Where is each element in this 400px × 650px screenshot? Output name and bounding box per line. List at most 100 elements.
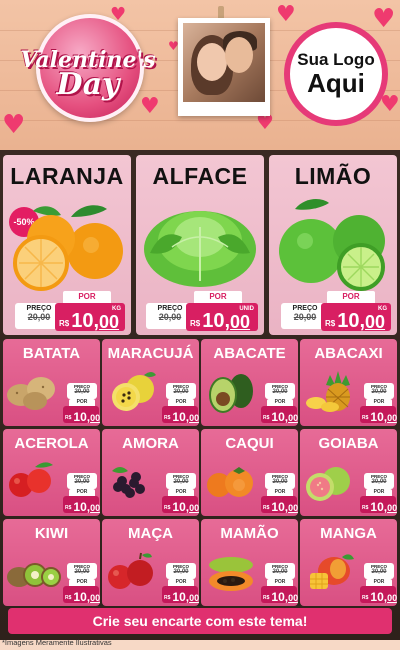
logo-line1: Sua Logo — [297, 50, 375, 69]
product-name: LARANJA — [10, 163, 124, 189]
pineapple-icon — [306, 371, 350, 412]
price-tag: R$ 10, 00 — [360, 406, 397, 423]
old-price-box: PREÇO 20,00 — [67, 563, 97, 579]
product-card-manga[interactable]: MANGA PREÇO 20,00 POR R$ 10, 00 — [300, 519, 397, 606]
potato-icon — [7, 377, 55, 410]
product-card-maça[interactable]: MAÇA PREÇO 20,00 POR R$ 10, 00 — [102, 519, 199, 606]
product-name: KIWI — [34, 525, 69, 542]
price-int: 10, — [337, 310, 366, 332]
por-label: POR — [366, 489, 392, 496]
por-label: POR — [327, 291, 375, 303]
price-dec: 00 — [387, 413, 397, 423]
currency: R$ — [190, 319, 201, 328]
lime-icon — [279, 199, 385, 291]
product-name: ACEROLA — [14, 435, 89, 452]
heart-icon: ♥ — [276, 2, 296, 27]
old-price: 20,00 — [272, 389, 288, 395]
valentines-day-badge: Valentine's Day — [8, 12, 168, 132]
cta-banner[interactable]: Crie seu encarte com este tema! — [8, 608, 392, 634]
product-card-acerola[interactable]: ACEROLA PREÇO 20,00 POR R$ 10, 00 — [3, 429, 100, 516]
product-name: MAMÃO — [220, 525, 279, 542]
por-label: POR — [366, 579, 392, 586]
price-tag: R$ 10, 00 — [63, 406, 100, 423]
price-unit: KG — [378, 306, 387, 312]
por-label: POR — [267, 489, 293, 496]
old-price: 20,00 — [74, 479, 90, 485]
price-dec: 00 — [387, 503, 397, 513]
price-dec: 00 — [189, 593, 199, 603]
price-tag: R$ 10, 00 — [162, 496, 199, 513]
old-price-box: PREÇO 20,00 — [265, 563, 295, 579]
old-price: 20,00 — [173, 389, 189, 395]
passion-fruit-icon — [112, 372, 156, 411]
price-dec: 00 — [365, 312, 386, 332]
blackberry-icon — [112, 467, 145, 498]
product-card-kiwi[interactable]: KIWI PREÇO 20,00 POR R$ 10, 00 — [3, 519, 100, 606]
logo-placeholder[interactable]: Sua Logo Aqui — [284, 22, 388, 126]
product-card-alface[interactable]: ALFACE PREÇO 20,00 POR R$ 10, 00 UNID — [136, 155, 264, 335]
heart-icon: ♥ — [380, 92, 400, 117]
couple-photo — [178, 18, 270, 116]
por-label: POR — [267, 579, 293, 586]
product-name: ALFACE — [152, 163, 248, 189]
price-int: 10, — [172, 590, 190, 604]
price-int: 10, — [370, 500, 388, 514]
product-card-mamão[interactable]: MAMÃO PREÇO 20,00 POR R$ 10, 00 — [201, 519, 298, 606]
old-price: 20,00 — [272, 569, 288, 575]
product-name: ABACAXI — [314, 345, 383, 362]
price-int: 10, — [271, 500, 289, 514]
price-tag: R$ 10, 00 — [261, 406, 298, 424]
price-tag: R$ 10, 00 — [63, 496, 100, 514]
heart-icon: ♥ — [372, 4, 396, 34]
price-int: 10, — [271, 410, 289, 424]
kiwi-icon — [7, 563, 61, 587]
product-card-batata[interactable]: BATATA PREÇO 20,00 POR R$ 10, 00 — [3, 339, 100, 426]
avocado-icon — [209, 374, 253, 413]
disclaimer-text: *Imagens Meramente Ilustrativas — [2, 638, 112, 647]
price-int: 10, — [370, 590, 388, 604]
mango-icon — [310, 554, 354, 589]
por-label: POR — [267, 399, 293, 406]
old-price: 20,00 — [173, 479, 189, 485]
product-card-laranja[interactable]: LARANJA -50% PREÇO 20,00 POR R$ 10, 00 K… — [3, 155, 131, 335]
badge-line2: Day — [56, 66, 120, 102]
price-tag: R$ 10, 00 — [261, 496, 298, 514]
orange-fruit-icon — [13, 205, 123, 291]
product-card-amora[interactable]: AMORA PREÇO 20,00 POR R$ 10, 00 — [102, 429, 199, 516]
product-name: CAQUI — [225, 435, 274, 452]
currency: R$ — [65, 595, 72, 601]
product-card-abacaxi[interactable]: ABACAXI PREÇO 20,00 POR R$ 10, 00 — [300, 339, 397, 426]
currency: R$ — [263, 595, 270, 601]
lettuce-icon — [144, 211, 256, 287]
product-card-limao[interactable]: LIMÃO PREÇO 20,00 POR R$ 10, 00 KG — [269, 155, 397, 335]
old-price: 20,00 — [74, 569, 90, 575]
product-name: AMORA — [122, 435, 179, 452]
por-label: POR — [168, 399, 194, 406]
currency: R$ — [59, 319, 70, 328]
old-price-box: PREÇO 20,00 — [364, 383, 394, 399]
product-card-abacate[interactable]: ABACATE PREÇO 20,00 POR R$ 10, 00 — [201, 339, 298, 426]
persimmon-icon — [207, 467, 253, 497]
price-tag: R$ 10, 00 UNID — [186, 303, 258, 331]
price-tag: R$ 10, 00 — [360, 586, 397, 604]
apple-icon — [108, 552, 153, 589]
old-price: 20,00 — [371, 479, 387, 485]
price-int: 10, — [73, 500, 91, 514]
product-name: LIMÃO — [294, 163, 372, 189]
old-price-box: PREÇO 20,00 — [166, 383, 196, 399]
por-label: POR — [69, 489, 95, 496]
product-card-maracujá[interactable]: MARACUJÁ PREÇO 20,00 POR R$ 10, 00 — [102, 339, 199, 426]
price-dec: 00 — [387, 593, 397, 603]
price-dec: 00 — [90, 593, 100, 603]
header-banner: ♥ ♥ ♥ ♥ ♥ ♥ ♥ ♥ Valentine's Day Sua Logo… — [0, 0, 400, 150]
price-tag: R$ 10, 00 — [162, 586, 199, 604]
old-price-box: PREÇO 20,00 — [166, 563, 196, 579]
currency: R$ — [263, 415, 270, 421]
old-price-box: PREÇO 20,00 — [265, 383, 295, 399]
por-label: POR — [366, 399, 392, 406]
product-card-goiaba[interactable]: GOIABA PREÇO 20,00 POR R$ 10, 00 — [300, 429, 397, 516]
price-unit: KG — [112, 306, 121, 312]
currency: R$ — [164, 505, 171, 511]
product-card-caqui[interactable]: CAQUI PREÇO 20,00 POR R$ 10, 00 — [201, 429, 298, 516]
por-label: POR — [63, 291, 111, 303]
